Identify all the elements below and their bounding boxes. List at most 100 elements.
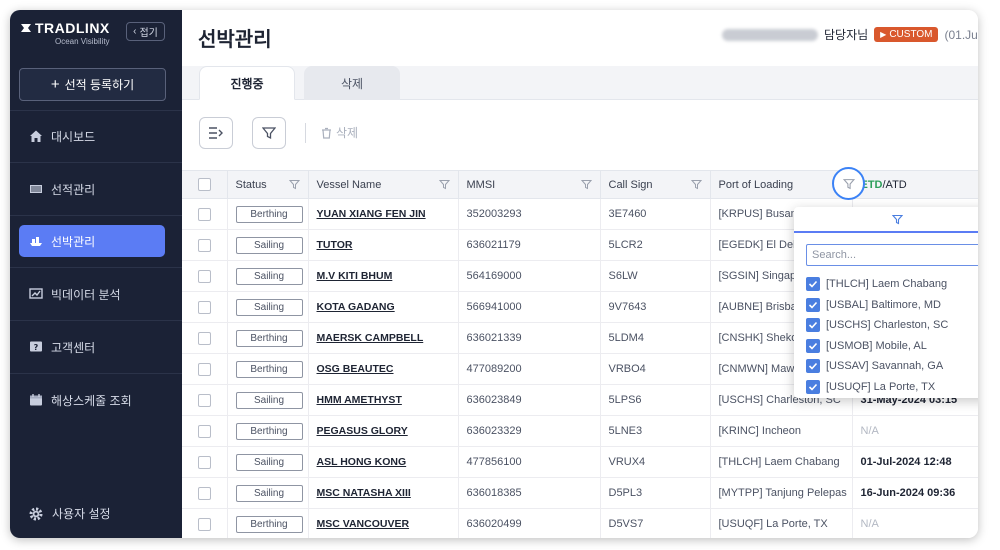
home-icon xyxy=(30,130,42,142)
port-filter-dropdown: Search... [THLCH] Laem Chabang [USBAL] Ba… xyxy=(794,207,978,398)
user-settings-link[interactable]: 사용자 설정 xyxy=(28,505,111,522)
table-row[interactable]: Berthing PEGASUS GLORY 636023329 5LNE3 [KRIN… xyxy=(182,415,978,447)
sidebar-item-dashboard[interactable]: 대시보드 xyxy=(19,120,165,152)
vessel-name-link[interactable]: PEGASUS GLORY xyxy=(317,425,408,437)
mmsi-cell: 477856100 xyxy=(458,446,601,478)
row-checkbox[interactable] xyxy=(198,269,211,283)
callsign-cell: 9V7643 xyxy=(600,291,711,323)
status-badge: Berthing xyxy=(235,515,303,533)
table-row[interactable]: Berthing MSC VANCOUVER 636020499 D5VS7 [USUQ… xyxy=(182,508,978,538)
sidebar-item-label: 빅데이터 분석 xyxy=(51,287,121,302)
column-label: Port of Loading xyxy=(718,178,794,191)
status-cell: Sailing xyxy=(227,477,309,509)
filter-search-input[interactable]: Search... xyxy=(806,244,978,266)
app-window: TRADLINX Ocean Visibility ‹ 접기 + 선적 등록하기… xyxy=(10,10,978,538)
vessel-name-link[interactable]: KOTA GADANG xyxy=(317,301,395,313)
tab-in-progress[interactable]: 진행중 xyxy=(199,66,295,100)
sidebar-item-support[interactable]: ? 고객센터 xyxy=(19,331,165,363)
status-badge: Berthing xyxy=(235,422,303,440)
vessel-name-link[interactable]: MSC NATASHA XIII xyxy=(317,487,411,499)
funnel-icon[interactable] xyxy=(580,179,592,190)
sidebar-divider xyxy=(10,320,182,321)
filter-option[interactable]: [USBAL] Baltimore, MD xyxy=(806,295,978,316)
column-label: Call Sign xyxy=(608,178,653,191)
dropdown-header xyxy=(794,207,978,233)
row-checkbox[interactable] xyxy=(198,300,211,314)
funnel-icon[interactable] xyxy=(690,179,702,190)
port-filter-button[interactable] xyxy=(832,167,865,200)
vessel-name-link[interactable]: M.V KITI BHUM xyxy=(317,270,393,282)
sidebar-item-schedule[interactable]: 해상스케줄 조회 xyxy=(19,384,165,416)
status-badge: Berthing xyxy=(235,205,303,223)
date-text: (01.Jul xyxy=(944,27,978,42)
vessel-name-link[interactable]: MSC VANCOUVER xyxy=(317,518,410,530)
trash-icon xyxy=(322,127,331,139)
filter-button[interactable] xyxy=(252,117,286,149)
vessel-name-link[interactable]: MAERSK CAMPBELL xyxy=(317,332,424,344)
filter-option-label: [USSAV] Savannah, GA xyxy=(826,360,944,373)
table-row[interactable]: Sailing ASL HONG KONG 477856100 VRUX4 [THLCH… xyxy=(182,446,978,478)
column-label: Vessel Name xyxy=(316,178,382,191)
filter-option[interactable]: [THLCH] Laem Chabang xyxy=(806,274,978,295)
column-arrange-icon xyxy=(209,127,223,139)
checkbox-checked-icon[interactable] xyxy=(806,379,820,394)
filter-option[interactable]: [USSAV] Savannah, GA xyxy=(806,356,978,377)
status-badge: Sailing xyxy=(235,391,303,409)
funnel-icon[interactable] xyxy=(438,179,450,190)
table-row[interactable]: Sailing MSC NATASHA XIII 636018385 D5PL3 [MY… xyxy=(182,477,978,509)
callsign-cell: 5LDM4 xyxy=(600,322,711,354)
settings-label: 사용자 설정 xyxy=(52,507,111,521)
row-checkbox[interactable] xyxy=(198,486,211,500)
row-checkbox[interactable] xyxy=(198,207,211,221)
checkbox-checked-icon[interactable] xyxy=(806,359,820,374)
filter-option[interactable]: [USUQF] La Porte, TX xyxy=(806,377,978,398)
tab-deleted[interactable]: 삭제 xyxy=(304,66,400,100)
column-header-mmsi: MMSI xyxy=(458,170,601,199)
sidebar-item-vessels[interactable]: 선박관리 xyxy=(19,225,165,257)
callsign-cell: VRBO4 xyxy=(600,353,711,385)
row-checkbox[interactable] xyxy=(198,362,211,376)
row-checkbox[interactable] xyxy=(198,517,211,531)
status-cell: Sailing xyxy=(227,229,309,261)
vessel-cell: ASL HONG KONG xyxy=(308,446,459,478)
row-checkbox[interactable] xyxy=(198,393,211,407)
vessel-name-link[interactable]: HMM AMETHYST xyxy=(317,394,402,406)
checkbox-checked-icon[interactable] xyxy=(806,277,820,292)
register-shipment-button[interactable]: + 선적 등록하기 xyxy=(19,68,166,101)
sidebar-item-shipments[interactable]: 선적관리 xyxy=(19,173,165,205)
column-settings-button[interactable] xyxy=(199,117,233,149)
filter-option-label: [USMOB] Mobile, AL xyxy=(826,339,927,352)
delete-button[interactable]: 삭제 xyxy=(321,124,358,141)
vessel-name-link[interactable]: TUTOR xyxy=(317,239,353,251)
row-checkbox[interactable] xyxy=(198,424,211,438)
mmsi-cell: 636018385 xyxy=(458,477,601,509)
funnel-icon[interactable] xyxy=(288,179,300,190)
row-checkbox[interactable] xyxy=(198,331,211,345)
column-header-status: Status xyxy=(227,170,309,199)
vessel-name-link[interactable]: OSG BEAUTEC xyxy=(317,363,394,375)
mmsi-cell: 636021339 xyxy=(458,322,601,354)
checkbox-checked-icon[interactable] xyxy=(806,297,820,312)
checkbox-checked-icon[interactable] xyxy=(806,318,820,333)
etd-value: 16-Jun-2024 09:36 xyxy=(860,487,956,499)
brand: TRADLINX Ocean Visibility xyxy=(20,20,110,46)
filter-option[interactable]: [USCHS] Charleston, SC xyxy=(806,315,978,336)
select-all-checkbox[interactable] xyxy=(198,178,211,191)
status-cell: Berthing xyxy=(227,198,309,230)
logo: TRADLINX xyxy=(20,20,110,36)
help-icon: ? xyxy=(30,341,42,352)
status-cell: Berthing xyxy=(227,353,309,385)
callsign-cell: 5LCR2 xyxy=(600,229,711,261)
collapse-button[interactable]: ‹ 접기 xyxy=(126,22,165,41)
etd-value: N/A xyxy=(860,425,879,437)
row-checkbox[interactable] xyxy=(198,238,211,252)
filter-option[interactable]: [USMOB] Mobile, AL xyxy=(806,336,978,357)
filter-option-label: [USBAL] Baltimore, MD xyxy=(826,298,941,311)
row-checkbox[interactable] xyxy=(198,455,211,469)
vessel-name-link[interactable]: ASL HONG KONG xyxy=(317,456,407,468)
sidebar-item-bigdata[interactable]: 빅데이터 분석 xyxy=(19,278,165,310)
filter-option-list: [THLCH] Laem Chabang [USBAL] Baltimore, M… xyxy=(806,274,978,397)
checkbox-checked-icon[interactable] xyxy=(806,338,820,353)
vessel-name-link[interactable]: YUAN XIANG FEN JIN xyxy=(317,208,426,220)
brand-subtitle: Ocean Visibility xyxy=(55,37,110,46)
